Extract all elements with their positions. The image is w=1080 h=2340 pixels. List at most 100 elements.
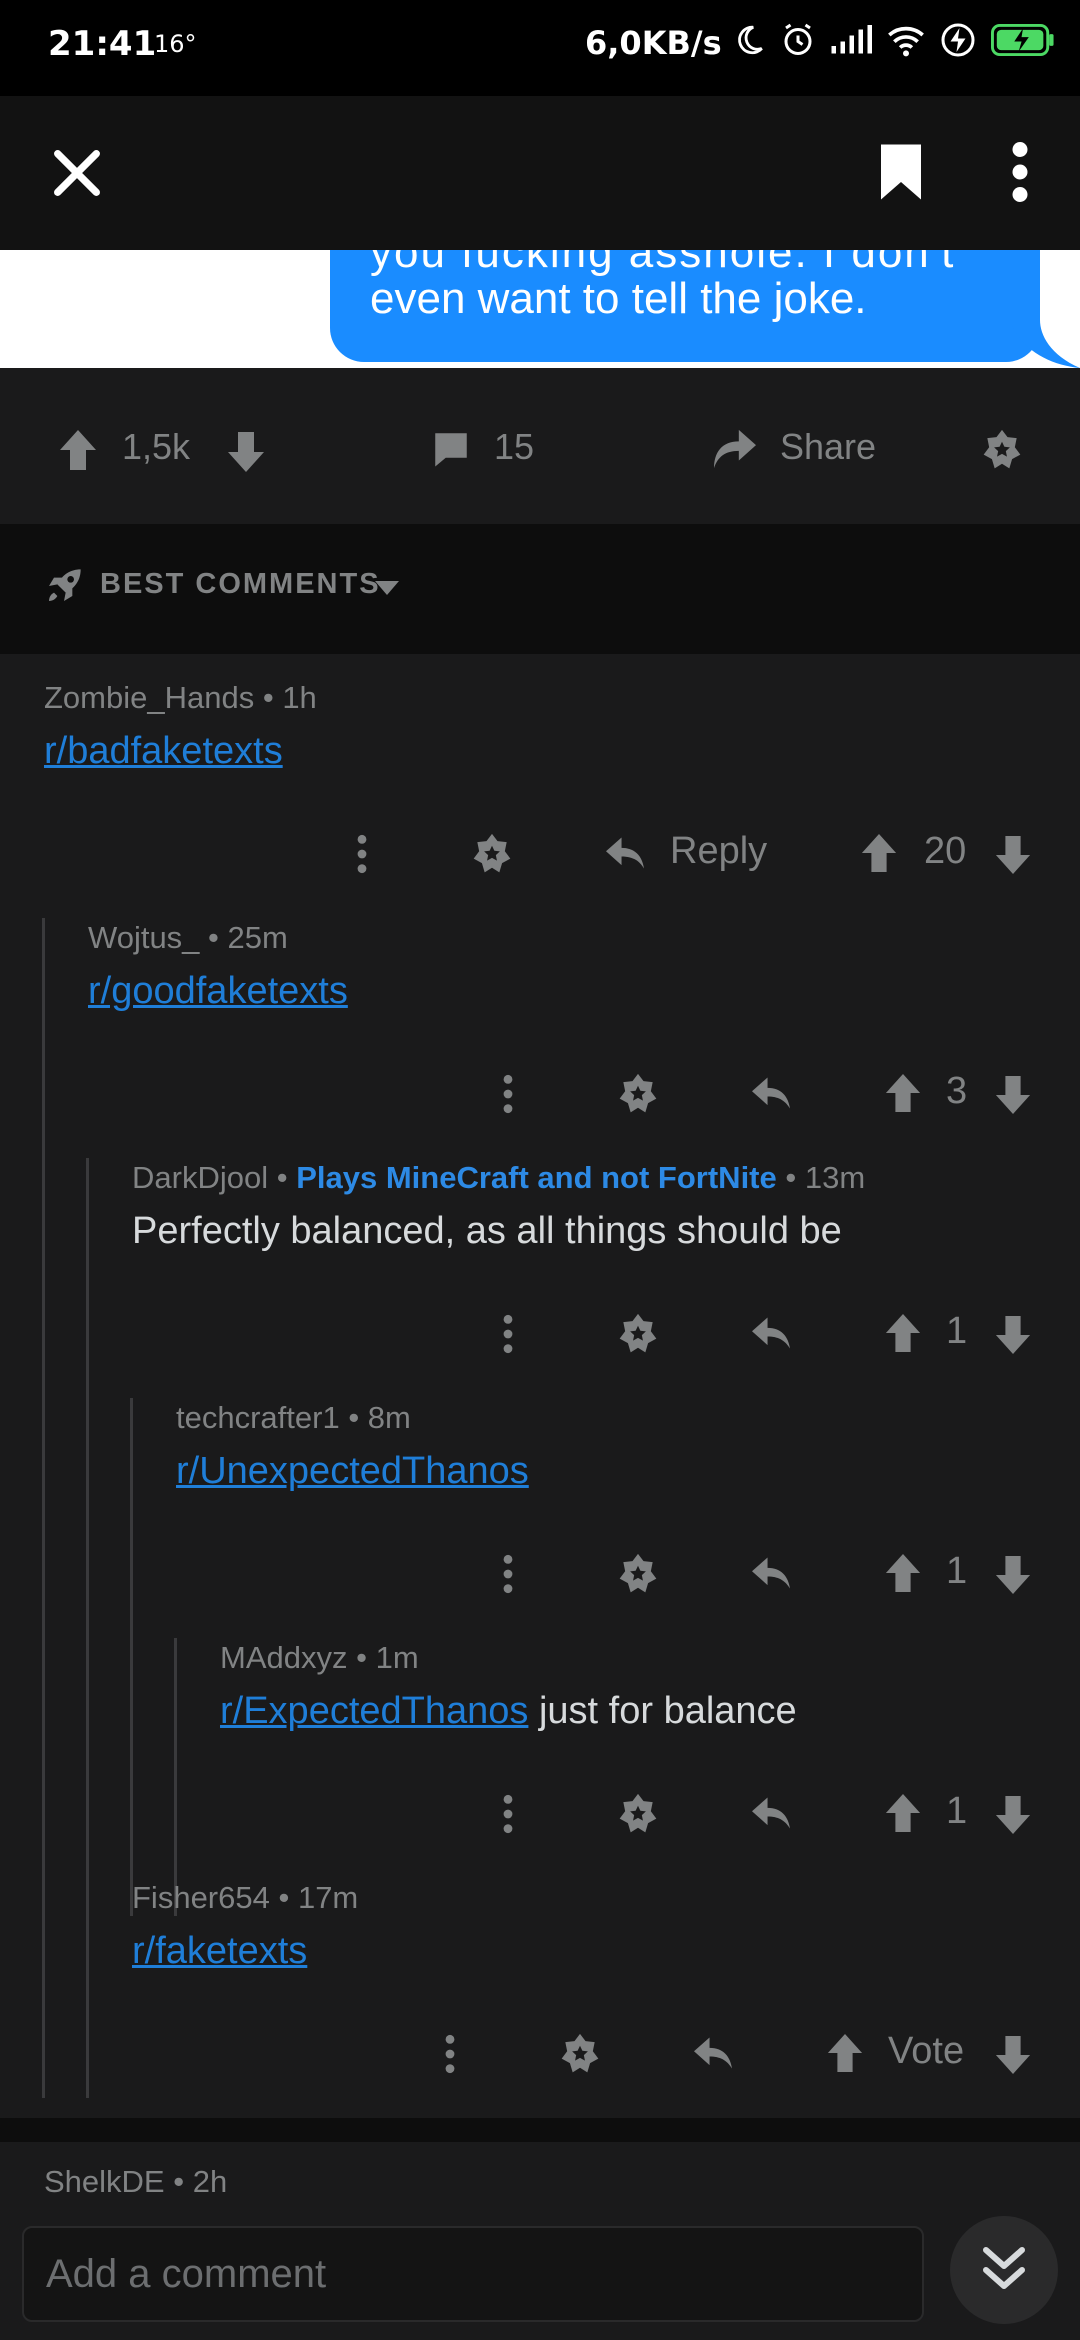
more-options-icon[interactable] (496, 1072, 520, 1116)
comment-score: 1 (946, 1310, 968, 1352)
downvote-icon[interactable] (994, 1074, 1032, 1116)
reply-icon[interactable] (604, 834, 646, 872)
status-icons (732, 22, 1056, 58)
comment-score: 20 (924, 830, 967, 872)
user-flair: Plays MineCraft and not FortNite (296, 1160, 777, 1195)
thread-line (86, 1158, 89, 2098)
post-score: 1,5k (122, 426, 191, 467)
moon-icon (732, 23, 766, 57)
upvote-icon[interactable] (860, 832, 898, 874)
subreddit-link[interactable]: r/goodfaketexts (88, 970, 348, 1013)
comment-list: Zombie_Hands • 1h r/badfaketexts Reply 2… (0, 654, 1080, 2118)
bubble-text: even want to tell the joke. (370, 274, 867, 323)
subreddit-link[interactable]: r/badfaketexts (44, 730, 283, 773)
downvote-icon[interactable] (994, 1314, 1032, 1356)
reply-icon[interactable] (750, 1314, 792, 1352)
status-bar: 21:41 16° 6,0KB/s (0, 0, 1080, 96)
vote-label: Vote (888, 2030, 965, 2072)
comment-time: 1h (282, 680, 317, 715)
upvote-icon[interactable] (884, 1792, 922, 1834)
status-net-speed: 6,0KB/s (585, 24, 722, 62)
more-vertical-icon[interactable] (1005, 142, 1035, 202)
downvote-icon[interactable] (994, 1794, 1032, 1836)
upvote-icon[interactable] (826, 2032, 864, 2074)
thread-line (42, 918, 45, 2098)
reply-icon[interactable] (750, 1074, 792, 1112)
upvote-icon[interactable] (58, 428, 98, 472)
thread-line (130, 1398, 133, 1916)
comment-count: 15 (494, 426, 535, 467)
comment-text: just for balance (538, 1690, 797, 1732)
comment-sort-bar[interactable]: BEST COMMENTS (0, 524, 1080, 654)
comment-author[interactable]: techcrafter1 (176, 1400, 340, 1435)
award-icon[interactable] (616, 1072, 660, 1116)
top-app-bar (0, 96, 1080, 250)
award-icon[interactable] (616, 1552, 660, 1596)
chevron-down-icon (374, 580, 400, 596)
add-comment-placeholder: Add a comment (46, 2252, 327, 2296)
comment-author[interactable]: MAddxyz (220, 1640, 347, 1675)
subreddit-link[interactable]: r/ExpectedThanos (220, 1690, 528, 1732)
jump-to-next-button[interactable] (950, 2216, 1058, 2324)
comment-author[interactable]: Zombie_Hands (44, 680, 254, 715)
status-temperature: 16° (154, 30, 197, 58)
close-icon[interactable] (48, 144, 106, 202)
signal-icon (830, 24, 872, 56)
alarm-icon (780, 22, 816, 58)
comment-time: 13m (804, 1160, 866, 1195)
share-icon[interactable] (712, 428, 758, 470)
downvote-icon[interactable] (994, 1554, 1032, 1596)
comment-score: 3 (946, 1070, 968, 1112)
wifi-icon (886, 23, 926, 57)
more-options-icon[interactable] (496, 1312, 520, 1356)
comment-icon[interactable] (430, 428, 472, 470)
award-icon[interactable] (980, 428, 1024, 472)
reply-icon[interactable] (750, 1794, 792, 1832)
downvote-icon[interactable] (994, 2034, 1032, 2076)
rocket-icon (44, 566, 84, 606)
award-icon[interactable] (470, 832, 514, 876)
charging-icon (940, 22, 976, 58)
more-options-icon[interactable] (496, 1792, 520, 1836)
double-chevron-down-icon (980, 2244, 1028, 2296)
reply-button[interactable]: Reply (670, 830, 767, 873)
divider (0, 2118, 1080, 2142)
more-options-icon[interactable] (438, 2032, 462, 2076)
comment-time: 25m (227, 920, 288, 955)
comment-author[interactable]: Fisher654 (132, 1880, 270, 1915)
upvote-icon[interactable] (884, 1072, 922, 1114)
comment-author[interactable]: Wojtus_ (88, 920, 199, 955)
comment-time: 8m (367, 1400, 411, 1435)
upvote-icon[interactable] (884, 1312, 922, 1354)
comment-author[interactable]: DarkDjool (132, 1160, 268, 1195)
share-button[interactable]: Share (780, 426, 876, 468)
subreddit-link[interactable]: r/faketexts (132, 1930, 307, 1973)
post-image[interactable]: you fucking asshole. I don't even want t… (0, 250, 1080, 368)
bookmark-icon[interactable] (876, 142, 926, 202)
reply-icon[interactable] (692, 2034, 734, 2072)
award-icon[interactable] (558, 2032, 602, 2076)
downvote-icon[interactable] (226, 430, 266, 474)
award-icon[interactable] (616, 1312, 660, 1356)
add-comment-input[interactable]: Add a comment (22, 2226, 924, 2322)
bubble-tail (1010, 320, 1080, 368)
comment-score: 1 (946, 1550, 968, 1592)
downvote-icon[interactable] (994, 834, 1032, 876)
subreddit-link[interactable]: r/UnexpectedThanos (176, 1450, 529, 1493)
award-icon[interactable] (616, 1792, 660, 1836)
more-options-icon[interactable] (350, 832, 374, 876)
comment-time: 17m (297, 1880, 359, 1915)
sort-label: BEST COMMENTS (100, 568, 381, 600)
comment-time: 2h (192, 2164, 228, 2199)
comment-text: Perfectly balanced, as all things should… (132, 1210, 842, 1252)
comment-author[interactable]: ShelkDE (44, 2164, 165, 2199)
comment-score: 1 (946, 1790, 968, 1832)
reply-icon[interactable] (750, 1554, 792, 1592)
more-options-icon[interactable] (496, 1552, 520, 1596)
upvote-icon[interactable] (884, 1552, 922, 1594)
battery-icon (990, 24, 1056, 56)
post-action-bar: 1,5k 15 Share (0, 368, 1080, 524)
status-time: 21:41 (48, 24, 157, 64)
thread-line (174, 1638, 177, 1916)
comment-time: 1m (375, 1640, 419, 1675)
